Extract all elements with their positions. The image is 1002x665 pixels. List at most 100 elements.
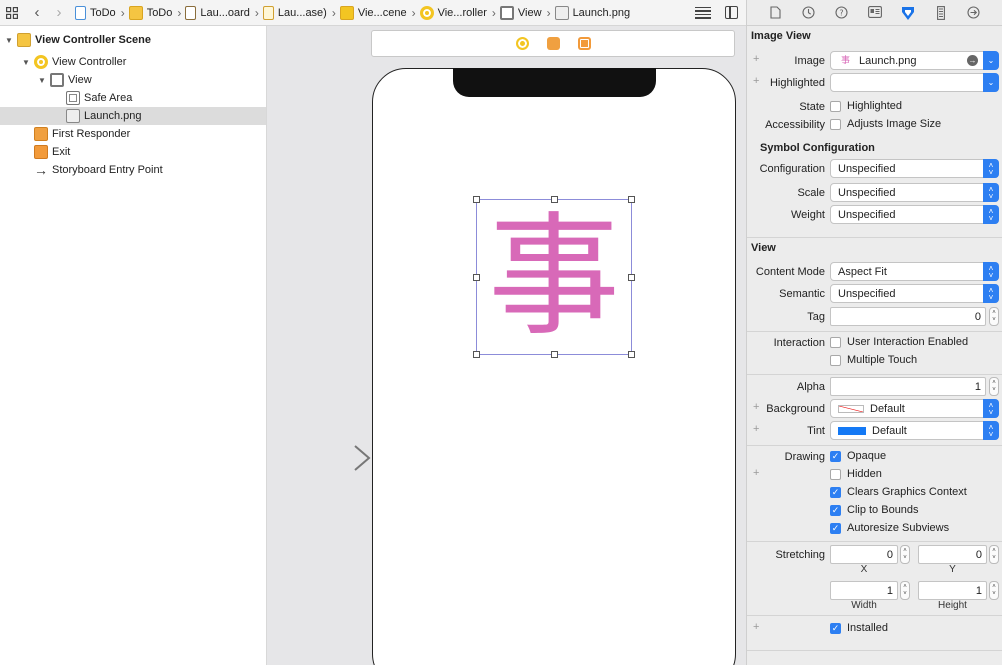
highlighted-image-combo[interactable]: ⌄ (830, 73, 999, 92)
hidden-checkbox[interactable]: Hidden (830, 468, 882, 480)
stepper-chevrons-icon[interactable]: ˄ ˅ (983, 284, 999, 303)
add-variation-plus-icon[interactable]: + (753, 621, 759, 633)
connections-inspector-icon[interactable] (967, 6, 980, 19)
breadcrumb-item[interactable]: Launch.png (554, 5, 630, 20)
breadcrumb-item[interactable]: Vie...cene › (339, 5, 420, 20)
resize-handle[interactable] (473, 351, 480, 358)
outline-item-exit[interactable]: Exit (0, 143, 266, 161)
attributes-inspector-icon[interactable] (901, 6, 914, 20)
outline-item-entry-point[interactable]: → Storyboard Entry Point (0, 161, 266, 179)
add-editor-pane-icon[interactable] (725, 6, 738, 19)
chevron-down-icon[interactable]: ⌄ (983, 51, 999, 70)
stretch-x-stepper[interactable]: ˄ ˅ (900, 545, 910, 564)
alpha-field[interactable]: 1 (830, 377, 986, 396)
alpha-stepper[interactable]: ˄ ˅ (989, 377, 999, 396)
chevron-down-icon[interactable]: ⌄ (983, 73, 999, 92)
opaque-checkbox[interactable]: ✓ Opaque (830, 450, 886, 462)
size-inspector-icon[interactable] (934, 6, 947, 20)
section-divider (747, 541, 1002, 542)
resize-handle[interactable] (628, 196, 635, 203)
outline-item-safe-area[interactable]: Safe Area (0, 89, 266, 107)
forward-chevron-icon[interactable]: › (53, 4, 65, 21)
checkbox-box[interactable] (830, 468, 841, 480)
breadcrumb-item[interactable]: View › (499, 5, 555, 20)
stretch-y-stepper[interactable]: ˄ ˅ (989, 545, 999, 564)
stepper-chevrons-icon[interactable]: ˄ ˅ (983, 183, 999, 202)
stretch-width-field[interactable]: 1 (830, 581, 898, 600)
clears-graphics-checkbox[interactable]: ✓ Clears Graphics Context (830, 486, 967, 498)
user-interaction-checkbox[interactable]: User Interaction Enabled (830, 336, 968, 348)
related-items-grid-icon[interactable] (5, 6, 19, 20)
checkbox-box[interactable]: ✓ (830, 486, 841, 498)
storyboard-entry-arrow-icon[interactable] (285, 443, 373, 473)
highlighted-checkbox[interactable]: Highlighted (830, 100, 902, 112)
checkbox-box[interactable]: ✓ (830, 522, 841, 534)
view-controller-icon[interactable] (515, 37, 529, 50)
back-chevron-icon[interactable]: ‹ (31, 4, 43, 21)
go-to-asset-arrow-icon[interactable]: → (967, 55, 978, 66)
disclosure-triangle-icon[interactable]: ▼ (4, 36, 14, 45)
file-inspector-icon[interactable] (769, 6, 782, 19)
identity-inspector-icon[interactable] (868, 6, 882, 19)
disclosure-triangle-icon[interactable]: ▼ (37, 76, 47, 85)
checkbox-box[interactable] (830, 354, 841, 366)
autoresize-checkbox[interactable]: ✓ Autoresize Subviews (830, 522, 949, 534)
stretch-y-field[interactable]: 0 (918, 545, 987, 564)
image-combo[interactable]: 事 Launch.png → ⌄ (830, 51, 999, 70)
semantic-select[interactable]: Unspecified ˄ ˅ (830, 284, 999, 303)
checkbox-box[interactable]: ✓ (830, 622, 841, 634)
device-frame: 事 (372, 68, 736, 665)
breadcrumb-item[interactable]: ToDo › (75, 5, 129, 20)
stepper-chevrons-icon[interactable]: ˄ ˅ (983, 399, 999, 418)
storyboard-canvas[interactable]: 事 (267, 26, 746, 665)
stretch-x-field[interactable]: 0 (830, 545, 898, 564)
document-items-lines-icon[interactable] (695, 6, 711, 19)
tag-field[interactable]: 0 (830, 307, 986, 326)
checkbox-box[interactable] (830, 100, 841, 112)
checkbox-box[interactable] (830, 336, 841, 348)
disclosure-triangle-icon[interactable]: ▼ (21, 58, 31, 67)
outline-item-view[interactable]: ▼ View (0, 71, 266, 89)
resize-handle[interactable] (628, 274, 635, 281)
resize-handle[interactable] (628, 351, 635, 358)
help-inspector-icon[interactable]: ? (835, 6, 848, 19)
background-color-select[interactable]: Default ˄ ˅ (830, 399, 999, 418)
stretch-height-field[interactable]: 1 (918, 581, 987, 600)
first-responder-icon[interactable] (546, 37, 560, 50)
scale-select[interactable]: Unspecified ˄ ˅ (830, 183, 999, 202)
stepper-chevrons-icon[interactable]: ˄ ˅ (983, 262, 999, 281)
adjusts-image-size-checkbox[interactable]: Adjusts Image Size (830, 118, 941, 130)
launch-image-view[interactable]: 事 (473, 196, 635, 358)
resize-handle[interactable] (551, 351, 558, 358)
content-mode-select[interactable]: Aspect Fit ˄ ˅ (830, 262, 999, 281)
breadcrumb-item[interactable]: Vie...roller › (419, 5, 500, 20)
stepper-chevrons-icon[interactable]: ˄ ˅ (983, 159, 999, 178)
tint-color-select[interactable]: Default ˄ ˅ (830, 421, 999, 440)
clip-to-bounds-checkbox[interactable]: ✓ Clip to Bounds (830, 504, 919, 516)
installed-checkbox[interactable]: ✓ Installed (830, 622, 888, 634)
breadcrumb-item[interactable]: Lau...ase) › (262, 5, 340, 20)
stepper-chevrons-icon[interactable]: ˄ ˅ (983, 421, 999, 440)
resize-handle[interactable] (473, 196, 480, 203)
outline-item-first-responder[interactable]: First Responder (0, 125, 266, 143)
add-variation-plus-icon[interactable]: + (753, 467, 759, 479)
checkbox-box[interactable]: ✓ (830, 504, 841, 516)
outline-item-view-controller[interactable]: ▼ View Controller (0, 53, 266, 71)
resize-handle[interactable] (473, 274, 480, 281)
checkbox-box[interactable]: ✓ (830, 450, 841, 462)
weight-select[interactable]: Unspecified ˄ ˅ (830, 205, 999, 224)
stepper-chevrons-icon[interactable]: ˄ ˅ (983, 205, 999, 224)
resize-handle[interactable] (551, 196, 558, 203)
exit-icon[interactable] (577, 37, 591, 50)
configuration-select[interactable]: Unspecified ˄ ˅ (830, 159, 999, 178)
stretch-height-stepper[interactable]: ˄ ˅ (989, 581, 999, 600)
breadcrumb-item[interactable]: ToDo › (128, 5, 186, 20)
tag-stepper[interactable]: ˄ ˅ (989, 307, 999, 326)
checkbox-box[interactable] (830, 118, 841, 130)
multiple-touch-checkbox[interactable]: Multiple Touch (830, 354, 917, 366)
outline-item-launch-image[interactable]: Launch.png (0, 107, 266, 125)
outline-item-scene[interactable]: ▼ View Controller Scene (0, 31, 266, 49)
breadcrumb-item[interactable]: Lau...oard › (185, 5, 263, 20)
stretch-width-stepper[interactable]: ˄ ˅ (900, 581, 910, 600)
history-inspector-icon[interactable] (802, 6, 815, 19)
